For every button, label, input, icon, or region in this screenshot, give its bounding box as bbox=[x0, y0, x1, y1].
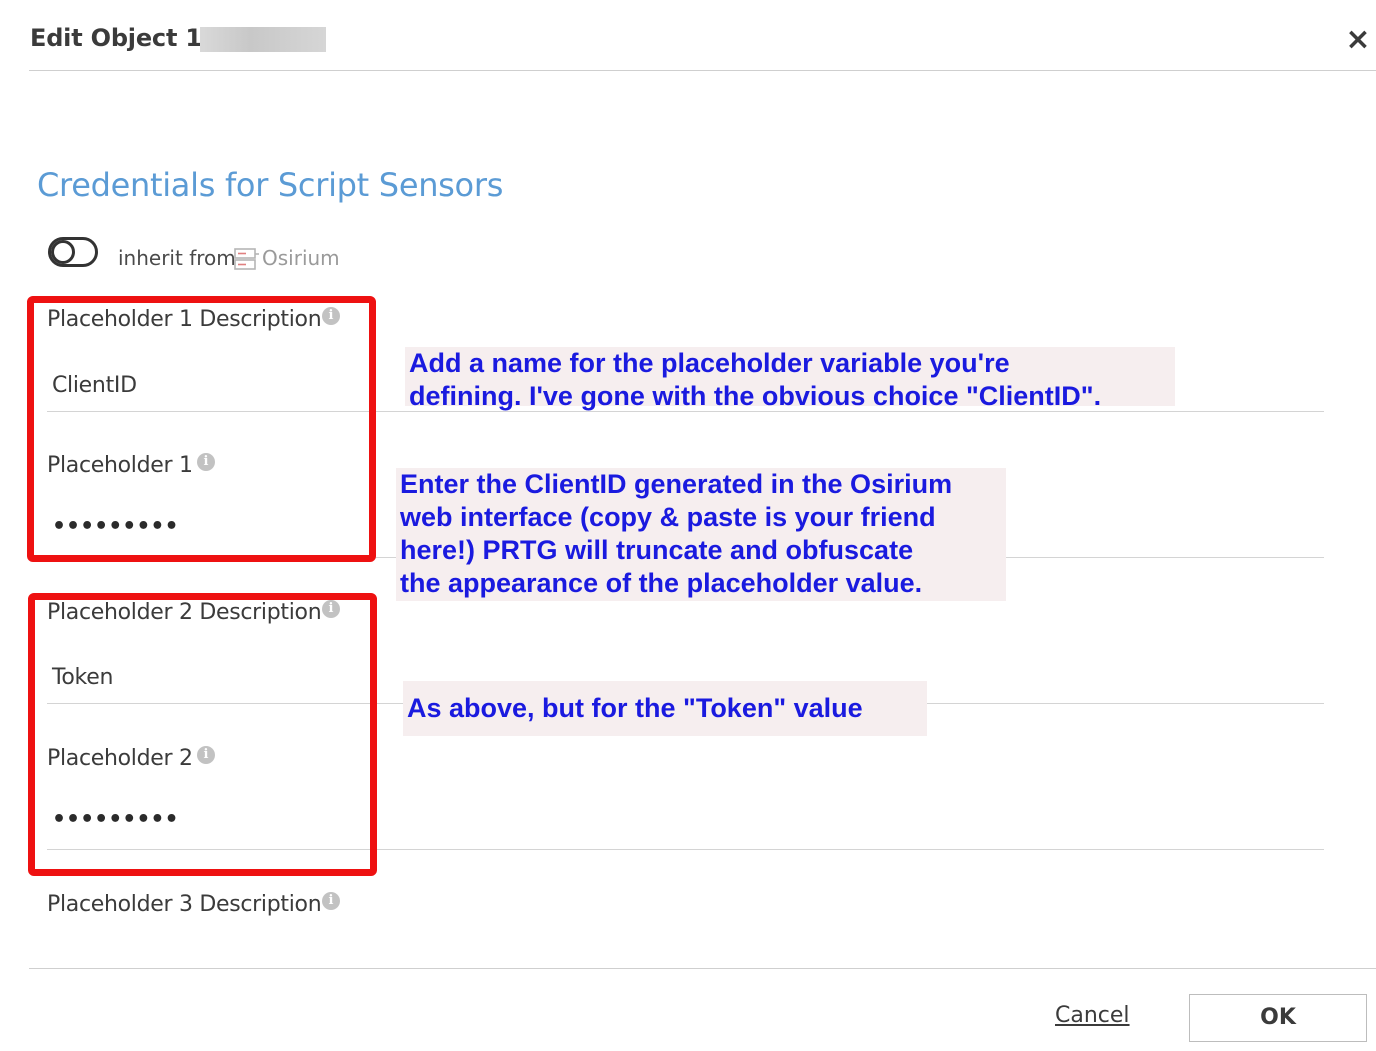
footer-divider bbox=[29, 968, 1376, 969]
section-title: Credentials for Script Sensors bbox=[37, 166, 504, 204]
annotation-callout-token: As above, but for the "Token" value bbox=[403, 681, 927, 736]
annotation-callout-description: Add a name for the placeholder variable … bbox=[405, 347, 1175, 411]
inherit-label: inherit from bbox=[118, 246, 236, 270]
highlight-box-placeholder-2 bbox=[28, 593, 377, 876]
annotation-callout-clientid: Enter the ClientID generated in the Osir… bbox=[396, 468, 1006, 601]
group-icon bbox=[234, 248, 259, 270]
inherit-source-link[interactable]: Osirium bbox=[262, 246, 340, 270]
header-divider bbox=[29, 70, 1376, 71]
redacted-object-id bbox=[200, 27, 326, 52]
dialog-title: Edit Object 10 bbox=[30, 24, 219, 52]
ok-button[interactable]: OK bbox=[1189, 994, 1367, 1042]
cancel-button[interactable]: Cancel bbox=[1055, 1003, 1130, 1028]
info-icon[interactable]: i bbox=[322, 892, 340, 910]
toggle-knob bbox=[51, 240, 75, 264]
highlight-box-placeholder-1 bbox=[27, 296, 376, 562]
inherit-toggle[interactable] bbox=[48, 237, 98, 267]
edit-object-dialog: Edit Object 10 × Credentials for Script … bbox=[0, 0, 1376, 1051]
placeholder-3-description-label: Placeholder 3 Description bbox=[47, 892, 322, 917]
close-button[interactable]: × bbox=[1345, 25, 1371, 55]
